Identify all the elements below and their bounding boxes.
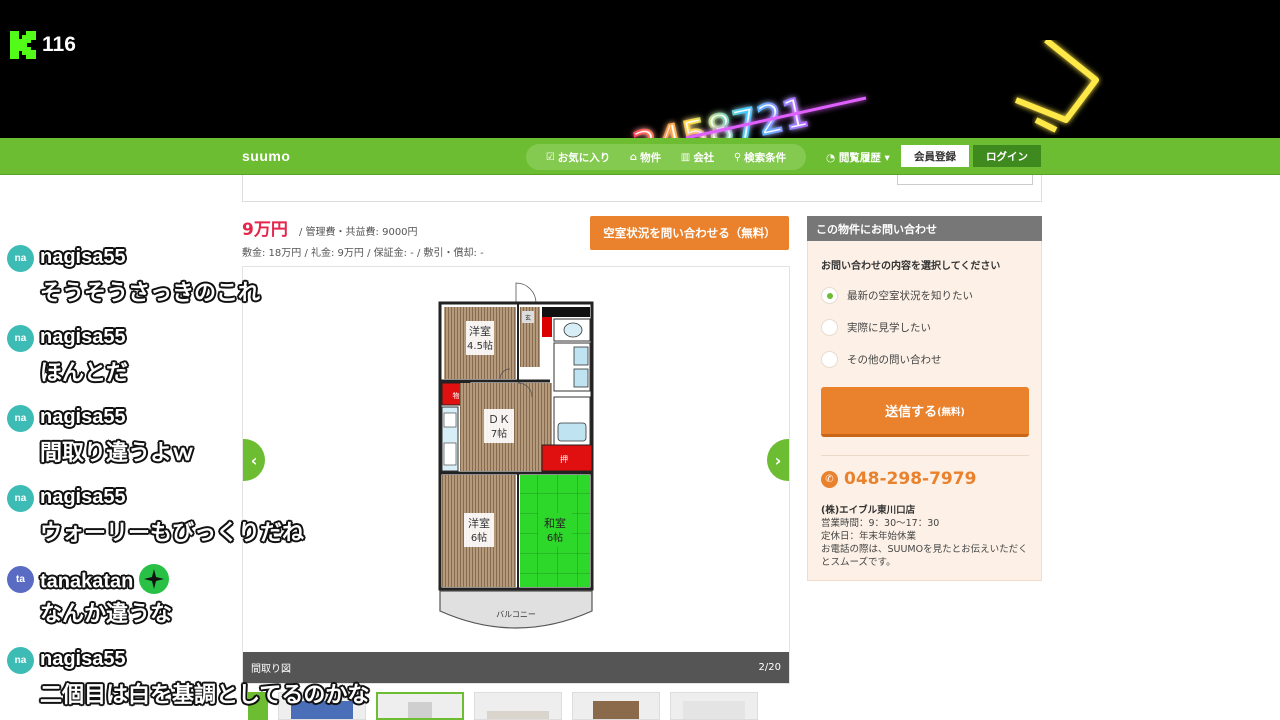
gallery-thumbnail[interactable] <box>572 692 660 720</box>
neon-decoration: 3458721 <box>628 40 1099 138</box>
building-icon: ▥ <box>680 151 691 163</box>
chevron-right-icon: › <box>774 450 782 470</box>
holiday-info: 定休日：年末年始休業 <box>821 531 917 542</box>
register-button[interactable]: 会員登録 <box>901 145 969 167</box>
radio-selected-icon[interactable] <box>821 287 838 304</box>
floor-plan-label: 押 <box>560 454 568 464</box>
viewer-count: 116 <box>42 33 76 56</box>
chat-text: ほんとだ <box>40 361 129 386</box>
floor-plan-label: バルコニー <box>496 610 536 619</box>
floor-plan-label: 洋室 <box>469 324 491 338</box>
photo-counter: 2/20 <box>758 662 781 673</box>
chat-overlay: na nagisa55 そうそうさっきのこれ na nagisa55 ほんとだ … <box>0 175 430 720</box>
avatar: na <box>7 245 34 272</box>
clock-icon: ◔ <box>826 152 836 164</box>
chat-text: ウォーリーもびっくりだね <box>40 521 305 546</box>
login-button[interactable]: ログイン <box>973 145 1041 167</box>
avatar: na <box>7 485 34 512</box>
submit-button[interactable]: 送信する (無料) <box>821 387 1029 437</box>
gallery-thumbnail[interactable] <box>670 692 758 720</box>
chat-username: nagisa55 <box>40 246 126 268</box>
username-text: tanakatan <box>40 570 134 593</box>
submit-label: 送信する <box>885 405 938 420</box>
avatar: na <box>7 405 34 432</box>
search-icon: ⚲ <box>733 151 742 163</box>
nav-favorites[interactable]: ☑ お気に入り <box>546 150 610 165</box>
floor-plan-label: 洋室 <box>468 516 490 530</box>
kick-logo-icon <box>10 31 36 59</box>
inquiry-prompt: お問い合わせの内容を選択してください <box>821 261 1001 272</box>
checkbox-icon: ☑ <box>545 151 555 163</box>
floor-plan-label: 4.5帖 <box>467 339 493 352</box>
phone-number[interactable]: ✆ 048-298-7979 <box>821 469 976 489</box>
inquiry-panel: お問い合わせの内容を選択してください 最新の空室状況を知りたい 実際に見学したい… <box>807 241 1042 581</box>
inquiry-option-vacancy[interactable]: 最新の空室状況を知りたい <box>821 287 973 304</box>
avatar: ta <box>7 566 34 593</box>
floor-plan-label: ＤＫ <box>488 413 510 426</box>
radio-icon[interactable] <box>821 319 838 336</box>
option-label: 実際に見学したい <box>847 322 931 334</box>
suumo-logo[interactable]: suumo <box>242 148 290 164</box>
radio-icon[interactable] <box>821 351 838 368</box>
avatar: na <box>7 325 34 352</box>
nav-company[interactable]: ▥ 会社 <box>681 150 714 165</box>
floor-plan-label: 6帖 <box>547 531 563 544</box>
floor-plan-image: 洋室 4.5帖 玄 物 ＤＫ 7帖 押 洋室 6帖 和室 6帖 バルコニー <box>438 282 594 629</box>
caret-down-icon: ▾ <box>884 152 890 164</box>
gallery-thumbnail[interactable] <box>474 692 562 720</box>
chat-text: 二個目は白を基調としてるのかな <box>40 683 370 708</box>
option-label: 最新の空室状況を知りたい <box>847 290 973 302</box>
submit-note: (無料) <box>937 406 965 418</box>
stream-overlay-bar: 116 3458721 <box>0 0 1280 138</box>
shop-name: (株)エイブル東川口店 <box>821 505 916 516</box>
subscriber-badge-icon <box>139 564 170 594</box>
nav-search-conditions[interactable]: ⚲ 検索条件 <box>734 150 786 165</box>
phone-icon: ✆ <box>821 470 838 488</box>
chat-text: そうそうさっきのこれ <box>40 281 261 306</box>
inquiry-option-other[interactable]: その他の問い合わせ <box>821 351 942 368</box>
next-photo-button[interactable]: › <box>767 439 789 481</box>
chat-username: nagisa55 <box>40 326 126 348</box>
chat-username: nagisa55 <box>40 486 126 508</box>
home-icon: ⌂ <box>629 151 638 163</box>
floor-plan-label: 玄 <box>525 314 531 322</box>
avatar: na <box>7 647 34 674</box>
chat-username: nagisa55 <box>40 406 126 428</box>
inquiry-panel-title: この物件にお問い合わせ <box>807 216 1042 241</box>
phone-note: お電話の際は、SUUMOを見たとお伝えいただくとスムーズです。 <box>821 544 1028 568</box>
chat-username: nagisa55 <box>40 648 126 670</box>
chat-text: 間取り違うよｗ <box>40 441 195 466</box>
divider <box>821 455 1029 456</box>
history-dropdown[interactable]: ◔ 閲覧履歴 ▾ <box>826 150 890 165</box>
business-hours: 営業時間：9：30～17：30 <box>821 518 940 529</box>
previous-card-field <box>897 175 1033 185</box>
chat-text: なんか違うな <box>40 602 173 627</box>
floor-plan-label: 6帖 <box>471 531 487 544</box>
nav-property[interactable]: ⌂ 物件 <box>630 150 661 165</box>
inquiry-option-visit[interactable]: 実際に見学したい <box>821 319 931 336</box>
phone-text: 048-298-7979 <box>844 469 977 489</box>
option-label: その他の問い合わせ <box>847 354 942 366</box>
vacancy-inquiry-button[interactable]: 空室状況を問い合わせる（無料） <box>590 216 789 250</box>
floor-plan-label: 7帖 <box>491 427 507 440</box>
floor-plan-label: 物 <box>453 391 460 400</box>
chat-username: tanakatan <box>40 564 170 597</box>
header-nav: ☑ お気に入り ⌂ 物件 ▥ 会社 ⚲ 検索条件 <box>526 144 806 170</box>
floor-plan-label: 和室 <box>544 516 566 530</box>
